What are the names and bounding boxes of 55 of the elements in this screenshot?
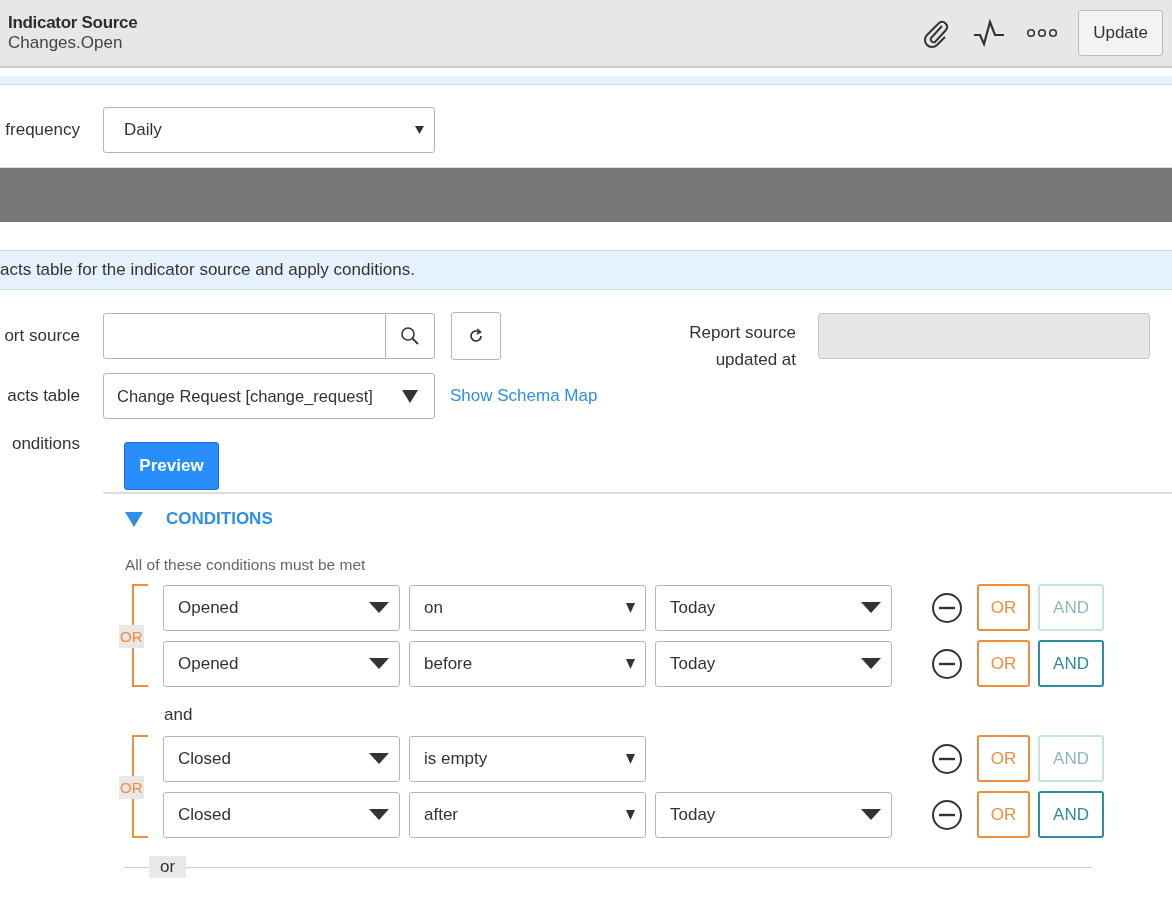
record-name: Changes.Open xyxy=(8,33,124,53)
field-select[interactable]: Opened xyxy=(163,584,400,631)
search-icon[interactable] xyxy=(400,326,420,346)
and-button[interactable]: AND xyxy=(1038,640,1104,687)
facts-table-select[interactable]: Change Request [change_request] xyxy=(103,373,435,419)
joiner-text: and xyxy=(164,705,194,725)
caret-icon xyxy=(861,658,881,669)
collapse-triangle-icon[interactable] xyxy=(124,510,144,528)
caret-icon xyxy=(861,809,881,820)
caret-icon xyxy=(626,753,635,764)
caret-icon xyxy=(369,658,389,669)
conditions-heading: CONDITIONS xyxy=(166,509,273,529)
field-select[interactable]: Closed xyxy=(163,735,400,782)
info-message: acts table for the indicator source and apply conditions. xyxy=(0,250,1172,290)
operator-select[interactable]: after xyxy=(409,791,646,838)
more-options-icon[interactable] xyxy=(1026,27,1059,39)
caret-icon xyxy=(369,602,389,613)
caret-icon xyxy=(626,809,635,820)
operator-select[interactable]: before xyxy=(409,640,646,687)
caret-icon xyxy=(861,602,881,613)
report-source-field[interactable] xyxy=(103,313,435,359)
field-label: frequency xyxy=(4,120,80,140)
operator-select[interactable]: on xyxy=(409,584,646,631)
record-type-title: Indicator Source xyxy=(8,13,138,33)
activity-pulse-icon[interactable] xyxy=(972,18,1007,48)
field-label: onditions xyxy=(10,434,80,454)
remove-condition-icon[interactable] xyxy=(931,647,963,680)
field-select[interactable]: Opened xyxy=(163,640,400,687)
or-separator-label: or xyxy=(149,856,187,878)
refresh-button[interactable] xyxy=(451,312,501,360)
remove-condition-icon[interactable] xyxy=(931,742,963,775)
caret-icon xyxy=(369,809,389,820)
field-label: Report source updated at xyxy=(688,322,796,371)
show-schema-map-link[interactable]: Show Schema Map xyxy=(450,386,598,406)
or-group-label: OR xyxy=(119,625,144,648)
field-label: acts table xyxy=(6,386,80,406)
or-group-label: OR xyxy=(119,776,144,799)
and-button[interactable]: AND xyxy=(1038,791,1104,838)
value-select[interactable]: Today xyxy=(655,584,892,631)
frequency-select[interactable]: Daily xyxy=(103,107,435,153)
value-select[interactable]: Today xyxy=(655,640,892,687)
field-label: ort source xyxy=(3,326,80,346)
remove-condition-icon[interactable] xyxy=(931,591,963,624)
caret-icon xyxy=(402,389,418,403)
caret-icon xyxy=(626,658,635,669)
caret-icon xyxy=(369,753,389,764)
caret-icon xyxy=(626,602,635,613)
field-select[interactable]: Closed xyxy=(163,791,400,838)
update-button[interactable]: Update xyxy=(1078,10,1163,56)
value-select[interactable]: Today xyxy=(655,791,892,838)
caret-icon xyxy=(415,126,424,134)
remove-condition-icon[interactable] xyxy=(931,798,963,831)
operator-select[interactable]: is empty xyxy=(409,735,646,782)
conditions-hint: All of these conditions must be met xyxy=(125,556,367,574)
refresh-icon xyxy=(467,327,485,345)
